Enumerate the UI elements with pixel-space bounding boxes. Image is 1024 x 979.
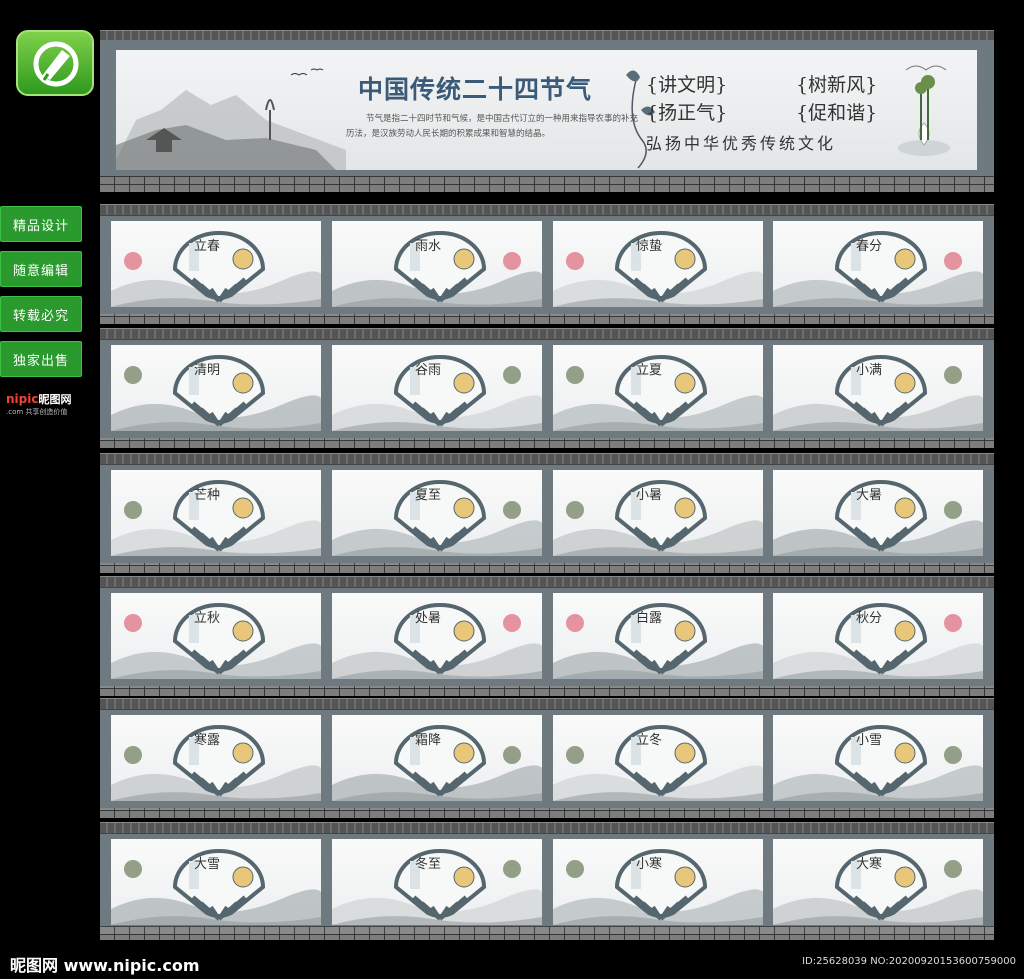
solar-term-name: 冬至 — [415, 857, 442, 872]
banner-description: 节气是指二十四时节和气候，是中国古代订立的一种用来指导农事的补充历法，是汉族劳动… — [346, 114, 639, 139]
solar-term-name: 小雪 — [856, 733, 883, 748]
solar-term-name: 春分 — [856, 239, 883, 254]
solar-term-panel: 惊蛰 — [553, 221, 763, 307]
side-button-copyright[interactable]: 转载必究 — [0, 296, 82, 332]
brick-base — [100, 176, 994, 192]
solar-term-panel: 清明 — [111, 345, 321, 431]
slogan-4: {促和谐} — [796, 102, 878, 124]
solar-term-panel: 春分 — [773, 221, 983, 307]
solar-term-name: 寒露 — [194, 733, 221, 748]
solar-term-panel: 大雪 — [111, 839, 321, 925]
solar-term-panel: 大寒 — [773, 839, 983, 925]
solar-term-panel: 立夏 — [553, 345, 763, 431]
solar-term-panel: 小满 — [773, 345, 983, 431]
footer: 昵图网 www.nipic.com ID:25628039 NO:2020092… — [0, 940, 1024, 979]
solar-term-panel: 小雪 — [773, 715, 983, 801]
solar-term-name: 秋分 — [856, 611, 883, 626]
banner: 中国传统二十四节气 节气是指二十四时节和气候，是中国古代订立的一种用来指导农事的… — [116, 50, 977, 170]
banner-subtitle: 弘扬中华优秀传统文化 — [646, 134, 837, 153]
solar-term-panel: 处暑 — [332, 593, 542, 679]
side-button-label: 随意编辑 — [12, 263, 69, 279]
solar-term-panel: 霜降 — [332, 715, 542, 801]
brick-base — [100, 808, 994, 818]
solar-term-panel: 立春 — [111, 221, 321, 307]
solar-term-name: 立夏 — [636, 363, 663, 378]
wall-top — [100, 204, 994, 216]
solar-term-name: 清明 — [194, 363, 221, 378]
solar-term-panel: 立冬 — [553, 715, 763, 801]
solar-term-panel: 夏至 — [332, 470, 542, 556]
solar-term-name: 夏至 — [415, 488, 442, 503]
side-button-editable[interactable]: 随意编辑 — [0, 251, 82, 287]
solar-term-name: 小暑 — [636, 488, 663, 503]
solar-term-panel: 冬至 — [332, 839, 542, 925]
solar-term-name: 立春 — [194, 239, 221, 254]
wall-top — [100, 576, 994, 588]
wall-top — [100, 698, 994, 710]
brand-red: nipic — [6, 392, 39, 406]
wall-top — [100, 328, 994, 340]
side-button-label: 精品设计 — [12, 218, 69, 234]
solar-term-panel: 大暑 — [773, 470, 983, 556]
solar-term-name: 白露 — [636, 611, 663, 626]
banner-title: 中国传统二十四节气 — [358, 75, 593, 104]
solar-term-name: 立秋 — [194, 611, 221, 626]
wall-top — [100, 453, 994, 465]
solar-term-name: 大暑 — [856, 488, 883, 503]
solar-term-name: 雨水 — [415, 239, 442, 254]
solar-term-name: 芒种 — [194, 488, 221, 503]
solar-term-panel: 小暑 — [553, 470, 763, 556]
solar-term-name: 谷雨 — [415, 363, 442, 378]
solar-term-panel: 雨水 — [332, 221, 542, 307]
solar-term-name: 惊蛰 — [636, 239, 663, 254]
wall-top — [100, 822, 994, 834]
solar-term-name: 大雪 — [194, 857, 221, 872]
solar-term-name: 小满 — [856, 363, 883, 378]
solar-term-panel: 秋分 — [773, 593, 983, 679]
side-button-quality[interactable]: 精品设计 — [0, 206, 82, 242]
brick-base — [100, 314, 994, 324]
footer-watermark: 昵图网 www.nipic.com — [10, 956, 200, 975]
side-button-label: 独家出售 — [12, 353, 69, 369]
footer-id: ID:25628039 NO:20200920153600759000 — [802, 956, 1016, 967]
solar-term-panel: 芒种 — [111, 470, 321, 556]
brick-base — [100, 438, 994, 448]
solar-term-name: 大寒 — [856, 857, 883, 872]
slogan-1: {讲文明} — [646, 74, 728, 96]
side-button-label: 转载必究 — [12, 308, 69, 324]
slogan-2: {树新风} — [796, 74, 878, 96]
solar-term-panel: 寒露 — [111, 715, 321, 801]
solar-term-name: 立冬 — [636, 733, 663, 748]
solar-term-name: 霜降 — [415, 733, 442, 748]
solar-term-panel: 白露 — [553, 593, 763, 679]
side-button-exclusive[interactable]: 独家出售 — [0, 341, 82, 377]
solar-term-panel: 谷雨 — [332, 345, 542, 431]
brick-base — [100, 686, 994, 696]
solar-term-panel: 立秋 — [111, 593, 321, 679]
brand-mark: nipic昵图网 .com 共享创造价值 — [6, 388, 86, 416]
solar-term-panel: 小寒 — [553, 839, 763, 925]
brick-base — [100, 563, 994, 573]
solar-term-name: 处暑 — [415, 611, 442, 626]
brand-com: .com — [6, 408, 24, 416]
brand-tagline: 共享创造价值 — [25, 408, 68, 416]
app-logo — [16, 30, 94, 96]
pen-icon — [33, 41, 79, 87]
slogan-3: {扬正气} — [646, 102, 728, 124]
brand-white: 昵图网 — [38, 393, 72, 406]
solar-term-name: 小寒 — [636, 857, 663, 872]
